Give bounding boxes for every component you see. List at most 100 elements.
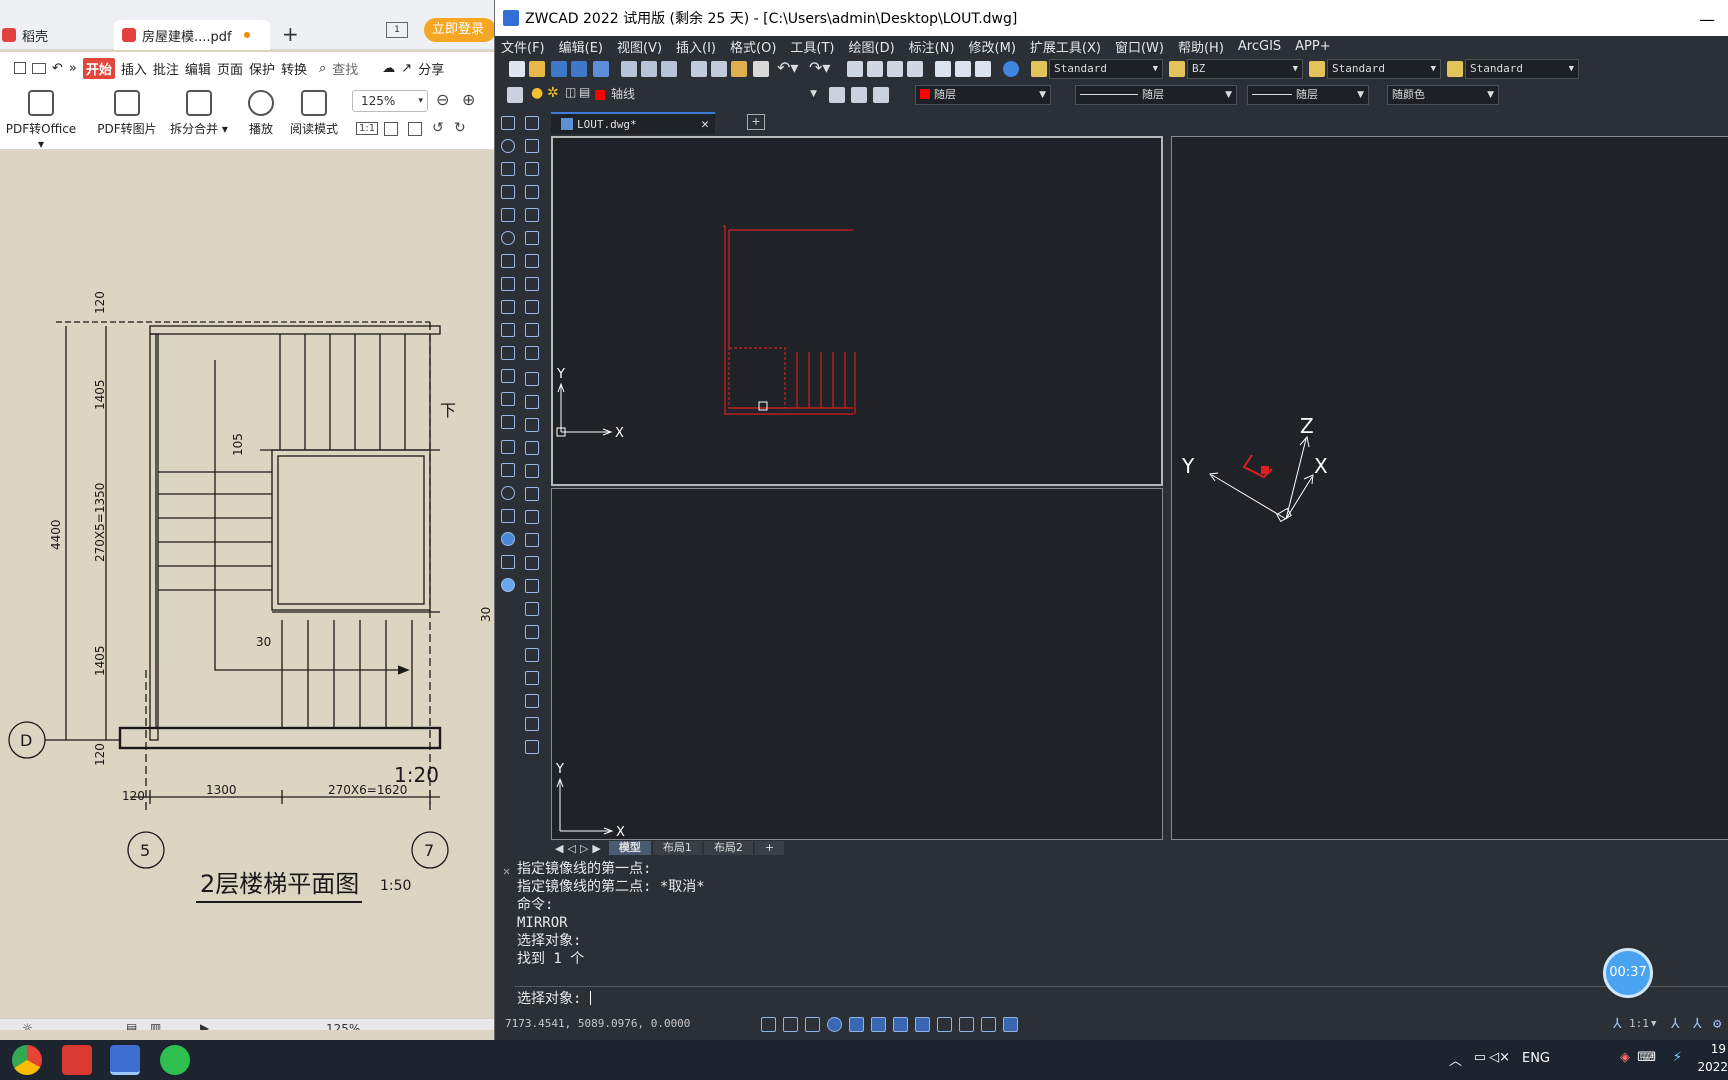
- open-folder-icon[interactable]: [529, 61, 545, 77]
- rotate-left-icon[interactable]: ↺: [432, 120, 444, 136]
- shade-icon[interactable]: [501, 463, 515, 477]
- wechat-icon[interactable]: [160, 1045, 190, 1075]
- menu-modify[interactable]: 修改(M): [969, 37, 1016, 56]
- menu-insert[interactable]: 插入(I): [676, 37, 716, 56]
- layer-on-icon[interactable]: ●: [531, 85, 543, 101]
- layout-nav-next-icon[interactable]: ▷: [580, 842, 588, 855]
- material-icon[interactable]: [501, 532, 515, 546]
- snap-mode-icon[interactable]: [761, 1017, 776, 1032]
- cylinder-icon[interactable]: [501, 162, 515, 176]
- chamfer-icon[interactable]: [525, 556, 539, 570]
- pdf-to-image-button[interactable]: PDF转图片: [94, 90, 160, 137]
- back-view-icon[interactable]: [525, 254, 539, 268]
- fit-page-icon[interactable]: [384, 122, 398, 136]
- front-view-icon[interactable]: [525, 231, 539, 245]
- read-mode-button[interactable]: 阅读模式: [286, 90, 342, 137]
- menu-start[interactable]: 开始: [82, 57, 115, 79]
- pdf-to-office-button[interactable]: PDF转Office ▾: [2, 90, 80, 151]
- clock-date[interactable]: 2022: [1697, 1060, 1728, 1074]
- menu-edit[interactable]: 编辑(E): [559, 37, 603, 56]
- share-label[interactable]: 分享: [418, 59, 444, 78]
- viewport-top-left[interactable]: Y X: [551, 136, 1163, 486]
- move-icon[interactable]: [525, 395, 539, 409]
- annotation-scale-value[interactable]: 1:1: [1629, 1012, 1649, 1036]
- intersect-icon[interactable]: [501, 415, 515, 429]
- zoom-realtime-icon[interactable]: [867, 61, 883, 77]
- union-icon[interactable]: [501, 369, 515, 383]
- share-icon[interactable]: ↗: [401, 61, 412, 76]
- new-file-icon[interactable]: [509, 61, 525, 77]
- lineweight-display-icon[interactable]: [937, 1017, 952, 1032]
- ime-icon[interactable]: ⌨: [1637, 1050, 1656, 1065]
- light-icon[interactable]: [501, 555, 515, 569]
- layout-nav-prev-icon[interactable]: ◁: [567, 842, 575, 855]
- viewport-bottom-left[interactable]: Y X: [551, 488, 1163, 840]
- design-center-icon[interactable]: [955, 61, 971, 77]
- dynamic-ucs-icon[interactable]: [893, 1017, 908, 1032]
- interfere-icon[interactable]: [501, 346, 515, 360]
- page-view-icon[interactable]: ▤: [126, 1021, 137, 1030]
- fillet-icon[interactable]: [525, 579, 539, 593]
- zwcad-taskbar-icon[interactable]: [110, 1045, 140, 1075]
- layer-thaw-icon[interactable]: ✲: [547, 85, 559, 101]
- align-icon[interactable]: [525, 694, 539, 708]
- menu-tools[interactable]: 工具(T): [790, 37, 834, 56]
- extrude-icon[interactable]: [501, 254, 515, 268]
- zoom-select[interactable]: 125% ▾: [352, 90, 428, 112]
- menu-protect[interactable]: 保护: [249, 59, 275, 78]
- left-view-icon[interactable]: [525, 185, 539, 199]
- play-icon[interactable]: ▶: [200, 1021, 209, 1030]
- new-tab-button[interactable]: +: [282, 22, 299, 46]
- login-button[interactable]: 立即登录: [424, 18, 494, 42]
- zoom-in-icon[interactable]: ⊕: [462, 90, 475, 109]
- view-icon[interactable]: [501, 440, 515, 454]
- paste-icon[interactable]: [731, 61, 747, 77]
- properties-icon[interactable]: [935, 61, 951, 77]
- settings-icon[interactable]: ☼: [22, 1021, 33, 1030]
- print-icon[interactable]: [621, 61, 637, 77]
- offset-icon[interactable]: [525, 625, 539, 639]
- selection-cycling-icon[interactable]: [981, 1017, 996, 1032]
- layout-nav-first-icon[interactable]: ◀: [555, 842, 563, 855]
- tab-add-layout[interactable]: +: [754, 841, 785, 855]
- zoom-out-icon[interactable]: ⊖: [436, 90, 449, 109]
- status-zoom[interactable]: 125%: [326, 1022, 360, 1030]
- plot-icon[interactable]: [661, 61, 677, 77]
- layer-select[interactable]: 轴线 ▼: [607, 85, 821, 105]
- command-line-input[interactable]: 选择对象:: [515, 986, 1728, 1010]
- chevron-up-icon[interactable]: ︿: [1449, 1050, 1462, 1069]
- undo-icon[interactable]: ↶▾: [777, 58, 798, 77]
- render-icon[interactable]: [501, 509, 515, 523]
- pan-icon[interactable]: [847, 61, 863, 77]
- linetype-select[interactable]: 随层 ▼: [1075, 85, 1237, 105]
- chrome-icon[interactable]: [12, 1045, 42, 1075]
- plotstyle-select[interactable]: 随颜色 ▼: [1387, 85, 1499, 105]
- save-as-icon[interactable]: [571, 61, 587, 77]
- transparency-icon[interactable]: [959, 1017, 974, 1032]
- volume-muted-icon[interactable]: ◁×: [1489, 1050, 1510, 1065]
- menu-draw[interactable]: 绘图(D): [849, 37, 895, 56]
- tab-layout2[interactable]: 布局2: [703, 841, 753, 855]
- close-icon[interactable]: ✕: [701, 117, 709, 132]
- cloud-icon[interactable]: ☁: [382, 61, 395, 76]
- text-style-icon[interactable]: [1031, 61, 1047, 77]
- window-switch-button[interactable]: 1: [386, 22, 408, 38]
- dynamic-input-icon[interactable]: [915, 1017, 930, 1032]
- tab-pdf-document[interactable]: 房屋建模....pdf: [114, 20, 270, 50]
- cut-icon[interactable]: [691, 61, 707, 77]
- sw-iso-icon[interactable]: [525, 277, 539, 291]
- trim-icon[interactable]: [525, 487, 539, 501]
- wedge-icon[interactable]: [501, 208, 515, 222]
- search-label[interactable]: 查找: [332, 59, 358, 78]
- section-icon[interactable]: [501, 323, 515, 337]
- menu-arcgis[interactable]: ArcGIS: [1238, 39, 1281, 54]
- menu-insert[interactable]: 插入: [121, 59, 147, 78]
- close-icon[interactable]: ✕: [503, 862, 510, 880]
- table-style-icon[interactable]: [1309, 61, 1325, 77]
- slice-icon[interactable]: [501, 300, 515, 314]
- bottom-view-icon[interactable]: [525, 162, 539, 176]
- split-merge-button[interactable]: 拆分合并 ▾: [168, 90, 230, 137]
- layer-lock-icon[interactable]: ▤: [579, 85, 590, 99]
- zoom-previous-icon[interactable]: [907, 61, 923, 77]
- auto-scale-icon[interactable]: ⅄: [1693, 1012, 1702, 1036]
